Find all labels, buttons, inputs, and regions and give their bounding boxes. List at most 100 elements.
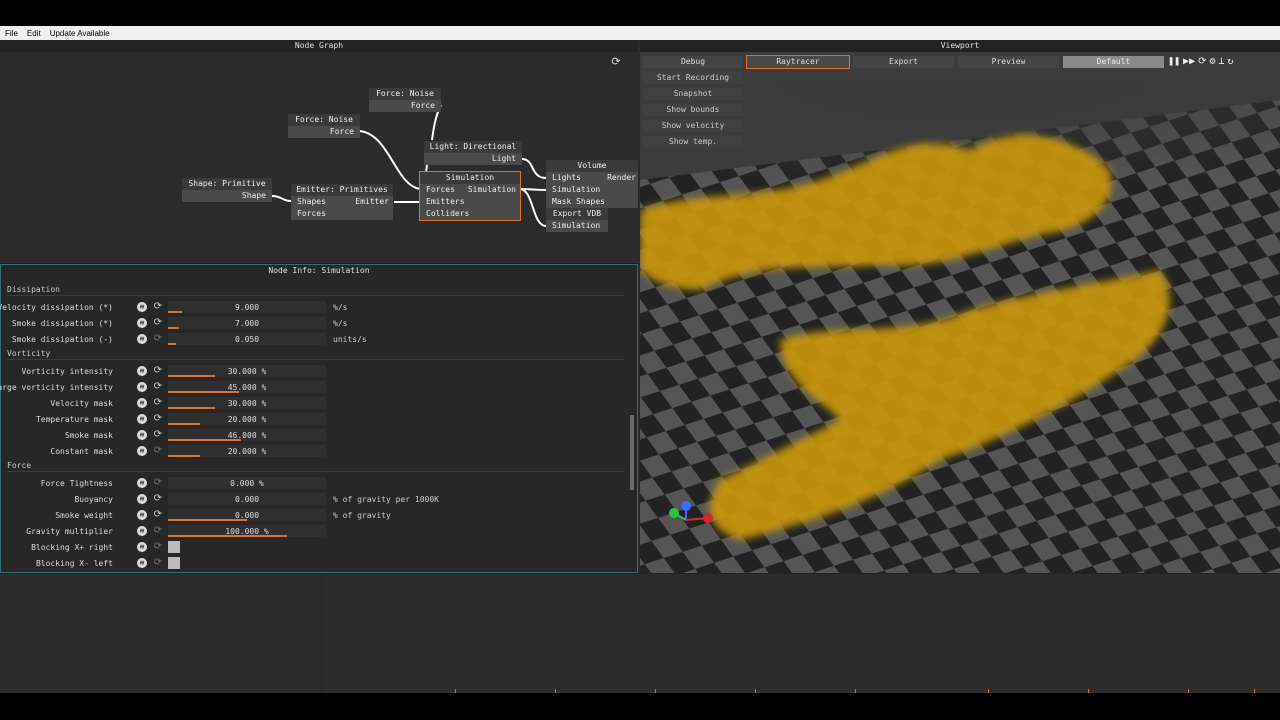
reset-icon[interactable]: ⟳ (153, 334, 163, 344)
node-emitter-primitives[interactable]: Emitter: Primitives Shapes Emitter Forces (291, 184, 393, 220)
fast-forward-icon[interactable]: ▶▶ (1183, 56, 1195, 68)
slider-value: 7.000 (234, 319, 260, 328)
menu-icon[interactable]: ≡ (137, 446, 147, 456)
reset-icon[interactable]: ⟳ (153, 558, 163, 568)
slider-value: 30.000 % (227, 367, 267, 376)
viewport-panel[interactable]: Viewport Debug Raytracer Export Preview … (640, 40, 1280, 573)
node-port-shape[interactable]: Shape (182, 190, 272, 202)
menu-icon[interactable]: ≡ (137, 494, 147, 504)
menu-icon[interactable]: ≡ (137, 382, 147, 392)
unit-label: % of gravity per 1000K (333, 495, 439, 504)
menu-icon[interactable]: ≡ (137, 510, 147, 520)
menu-icon[interactable]: ≡ (137, 414, 147, 424)
menu-edit[interactable]: Edit (27, 29, 41, 38)
show-velocity-button[interactable]: Show velocity (643, 120, 743, 132)
node-port-shapes[interactable]: Shapes Emitter (291, 196, 393, 208)
timeline-tick (755, 689, 756, 693)
node-port-emitters[interactable]: Emitters (420, 196, 520, 208)
reset-icon[interactable]: ⟳ (153, 526, 163, 536)
show-bounds-button[interactable]: Show bounds (643, 104, 743, 116)
node-volume[interactable]: Volume Lights Render Simulation Mask Shap… (546, 160, 638, 208)
camera-icon[interactable]: ⊥ (1219, 56, 1225, 68)
menu-file[interactable]: File (5, 29, 18, 38)
menu-update-available[interactable]: Update Available (50, 29, 110, 38)
property-row: Vorticity intensity ≡ ⟳ 30.000 % (1, 364, 621, 378)
tab-preview[interactable]: Preview (958, 56, 1059, 68)
reset-icon[interactable]: ⟳ (153, 478, 163, 488)
value-slider[interactable]: 9.000 (168, 301, 326, 313)
show-temp-button[interactable]: Show temp. (643, 136, 743, 148)
node-simulation[interactable]: Simulation Forces Simulation Emitters Col… (419, 171, 521, 221)
settings-icon[interactable]: ⚙ (1209, 56, 1215, 68)
property-row: Velocity dissipation (*) ≡ ⟳ 9.000 %/s (0, 300, 621, 314)
reset-icon[interactable]: ⟳ (153, 366, 163, 376)
value-slider[interactable]: 100.000 % (168, 525, 326, 537)
value-slider[interactable]: 20.000 % (168, 413, 326, 425)
start-recording-button[interactable]: Start Recording (643, 72, 743, 84)
value-slider[interactable]: 30.000 % (168, 365, 326, 377)
value-slider[interactable]: 0.000 (168, 509, 326, 521)
value-slider[interactable]: 46.000 % (168, 429, 326, 441)
menu-icon[interactable]: ≡ (137, 542, 147, 552)
node-shape-primitive[interactable]: Shape: Primitive Shape (182, 178, 272, 202)
reset-icon[interactable]: ⟳ (153, 318, 163, 328)
reset-icon[interactable]: ⟳ (153, 414, 163, 424)
node-port-forces[interactable]: Forces (291, 208, 393, 220)
reload-icon[interactable]: ↻ (1228, 56, 1234, 68)
reset-icon[interactable]: ⟳ (153, 494, 163, 504)
node-port-forces[interactable]: Forces Simulation (420, 184, 520, 196)
value-slider[interactable]: 0.050 (168, 333, 326, 345)
menu-icon[interactable]: ≡ (137, 334, 147, 344)
menu-icon[interactable]: ≡ (137, 430, 147, 440)
reset-icon[interactable]: ⟳ (153, 430, 163, 440)
reset-icon[interactable]: ⟳ (1198, 56, 1206, 68)
node-export-vdb[interactable]: Export VDB Simulation (546, 208, 608, 232)
node-port-force[interactable]: Force (288, 126, 360, 138)
property-label: Smoke dissipation (*) (11, 319, 113, 328)
node-port-simulation[interactable]: Simulation (546, 184, 638, 196)
reset-icon[interactable]: ⟳ (153, 542, 163, 552)
checkbox[interactable] (168, 541, 180, 553)
checkbox[interactable] (168, 557, 180, 569)
pause-icon[interactable]: ❚❚ (1168, 56, 1180, 68)
property-row: Force Tightness ≡ ⟳ 0.000 % (1, 476, 621, 490)
value-slider[interactable]: 0.000 % (168, 477, 326, 489)
menu-icon[interactable]: ≡ (137, 478, 147, 488)
node-port-colliders[interactable]: Colliders (420, 208, 520, 220)
menu-icon[interactable]: ≡ (137, 366, 147, 376)
tab-export[interactable]: Export (853, 56, 954, 68)
menu-icon[interactable]: ≡ (137, 302, 147, 312)
tab-debug[interactable]: Debug (643, 56, 743, 68)
node-light-directional[interactable]: Light: Directional Light (424, 141, 522, 165)
menu-icon[interactable]: ≡ (137, 526, 147, 536)
node-port-light[interactable]: Light (424, 153, 522, 165)
node-port-lights[interactable]: Lights Render (546, 172, 638, 184)
refresh-icon[interactable]: ⟳ (610, 56, 622, 68)
value-slider[interactable]: 30.000 % (168, 397, 326, 409)
reset-icon[interactable]: ⟳ (153, 382, 163, 392)
property-label: Vorticity intensity (21, 367, 113, 376)
tab-default[interactable]: Default (1063, 56, 1164, 68)
tab-raytracer[interactable]: Raytracer (746, 55, 850, 69)
value-slider[interactable]: 45.000 % (168, 381, 326, 393)
menu-icon[interactable]: ≡ (137, 318, 147, 328)
menu-icon[interactable]: ≡ (137, 398, 147, 408)
snapshot-button[interactable]: Snapshot (643, 88, 743, 100)
value-slider[interactable]: 7.000 (168, 317, 326, 329)
node-port-mask-shapes[interactable]: Mask Shapes (546, 196, 638, 208)
menu-icon[interactable]: ≡ (137, 558, 147, 568)
node-force-noise-1[interactable]: Force: Noise Force (288, 114, 360, 138)
node-graph-panel[interactable]: Node Graph ⟳ Force: Noise Force Force: N… (0, 40, 638, 264)
node-port-force[interactable]: Force (369, 100, 441, 112)
value-slider[interactable]: 0.000 (168, 493, 326, 505)
node-port-simulation[interactable]: Simulation (546, 220, 608, 232)
reset-icon[interactable]: ⟳ (153, 510, 163, 520)
timeline-tick (1088, 689, 1089, 693)
reset-icon[interactable]: ⟳ (153, 446, 163, 456)
section-vorticity: Vorticity (7, 349, 51, 358)
scrollbar[interactable] (630, 415, 634, 490)
reset-icon[interactable]: ⟳ (153, 398, 163, 408)
value-slider[interactable]: 20.000 % (168, 445, 326, 457)
reset-icon[interactable]: ⟳ (153, 302, 163, 312)
node-force-noise-2[interactable]: Force: Noise Force (369, 88, 441, 112)
